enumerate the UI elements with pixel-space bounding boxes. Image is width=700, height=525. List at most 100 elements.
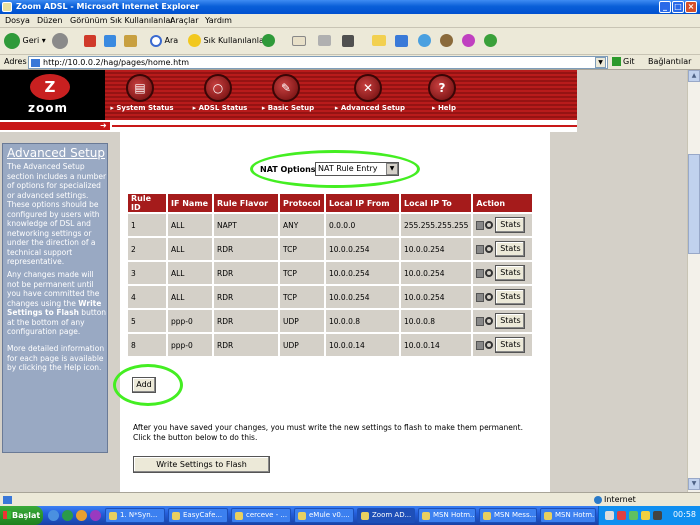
quicklaunch-ie-icon[interactable]: [48, 510, 59, 521]
back-button[interactable]: Geri ▾: [4, 32, 46, 50]
stats-button[interactable]: Stats: [495, 337, 526, 353]
back-arrow-icon: [4, 32, 20, 49]
zoom-logo-mark: Z: [30, 74, 70, 100]
stats-button[interactable]: Stats: [495, 289, 526, 305]
links-button[interactable]: Bağlantılar: [648, 57, 691, 66]
task-nsync[interactable]: 1. N*Syn...: [105, 508, 165, 523]
favorites-button[interactable]: Sık Kullanılanlar: [188, 32, 267, 50]
stats-button[interactable]: Stats: [495, 217, 526, 233]
scroll-thumb[interactable]: [688, 154, 700, 254]
delete-icon[interactable]: [476, 316, 485, 326]
nav-help[interactable]: ? ▸ Help: [404, 70, 484, 120]
quicklaunch-media-icon[interactable]: [76, 510, 87, 521]
msn-button[interactable]: [462, 32, 475, 50]
edit-magnifier-icon[interactable]: [485, 269, 494, 277]
delete-icon[interactable]: [476, 340, 485, 350]
stats-button[interactable]: Stats: [495, 313, 526, 329]
zone-label: Internet: [604, 495, 636, 504]
menu-tools[interactable]: Araçlar: [170, 16, 198, 25]
cell-local-ip-from: 10.0.0.254: [326, 262, 399, 284]
search-button[interactable]: Ara: [150, 32, 178, 50]
menu-help[interactable]: Yardım: [205, 16, 232, 25]
start-label: Başlat: [12, 511, 41, 520]
vertical-scrollbar[interactable]: ▲ ▼: [687, 70, 700, 492]
history-button[interactable]: [262, 32, 275, 50]
tray-app-icon[interactable]: [617, 511, 626, 520]
go-label: Git: [623, 57, 635, 66]
delete-icon[interactable]: [476, 268, 485, 278]
task-emule[interactable]: eMule v0....: [294, 508, 354, 523]
delete-icon[interactable]: [476, 220, 485, 230]
task-msn-hotmail-2[interactable]: MSN Hotm...: [540, 508, 596, 523]
delete-icon[interactable]: [476, 244, 485, 254]
cell-protocol: TCP: [280, 262, 324, 284]
status-bar: Internet: [0, 492, 700, 506]
tray-volume-icon[interactable]: [641, 511, 650, 520]
scroll-up-icon[interactable]: ▲: [688, 70, 700, 82]
task-zoom-adsl[interactable]: Zoom AD...: [357, 508, 415, 523]
task-cerceve[interactable]: cerceve - ...: [231, 508, 291, 523]
print-button[interactable]: [318, 32, 331, 50]
stats-button[interactable]: Stats: [495, 241, 526, 257]
task-msn-hotmail-1[interactable]: MSN Hotm...: [418, 508, 476, 523]
tray-network-icon[interactable]: [629, 511, 638, 520]
edit-magnifier-icon[interactable]: [485, 245, 494, 253]
menu-file[interactable]: Dosya: [5, 16, 30, 25]
edit-magnifier-icon[interactable]: [485, 293, 494, 301]
edit-magnifier-icon[interactable]: [485, 341, 494, 349]
nav-advanced-setup[interactable]: ✕ ▸ Advanced Setup: [330, 70, 410, 120]
start-button[interactable]: Başlat: [0, 506, 43, 525]
task-easycafe[interactable]: EasyCafe...: [168, 508, 228, 523]
menu-favorites[interactable]: Sık Kullanılanlar: [110, 16, 174, 25]
magnifier-icon: ○: [204, 74, 232, 102]
maximize-button[interactable]: □: [672, 1, 684, 13]
cell-if-name: ALL: [168, 286, 212, 308]
menu-edit[interactable]: Düzen: [37, 16, 62, 25]
favorites-label: Sık Kullanılanlar: [203, 36, 268, 45]
quicklaunch-desktop-icon[interactable]: [62, 510, 73, 521]
cell-rule-flavor: RDR: [214, 310, 278, 332]
refresh-button[interactable]: [104, 32, 116, 50]
close-button[interactable]: ×: [685, 1, 697, 13]
go-button[interactable]: Git: [612, 57, 635, 66]
people-icon: [484, 34, 497, 47]
home-button[interactable]: [124, 32, 137, 50]
stats-button[interactable]: Stats: [495, 265, 526, 281]
edit-magnifier-icon[interactable]: [485, 221, 494, 229]
app-icon: [483, 512, 491, 520]
basic-setup-icon: ✎: [272, 74, 300, 102]
media-button[interactable]: [418, 32, 431, 50]
minimize-button[interactable]: _: [659, 1, 671, 13]
nav-system-status[interactable]: ▤ ▸ System Status: [102, 70, 182, 120]
nav-basic-setup[interactable]: ✎ ▸ Basic Setup: [248, 70, 328, 120]
window-title: Zoom ADSL - Microsoft Internet Explorer: [16, 2, 200, 11]
cell-local-ip-to: 10.0.0.254: [401, 238, 472, 260]
tray-mail-icon[interactable]: [653, 511, 662, 520]
scroll-down-icon[interactable]: ▼: [688, 478, 700, 490]
write-settings-button[interactable]: Write Settings to Flash: [133, 456, 270, 473]
tray-language-icon[interactable]: [605, 511, 614, 520]
task-msn-messenger[interactable]: MSN Mess...: [479, 508, 537, 523]
edit-icon: [342, 34, 354, 47]
messenger-button[interactable]: [395, 32, 408, 50]
edit-button[interactable]: [342, 32, 354, 50]
folder-button[interactable]: [372, 32, 386, 50]
mail-button[interactable]: [292, 32, 306, 50]
delete-icon[interactable]: [476, 292, 485, 302]
section-arrow-bar: [0, 122, 110, 130]
quicklaunch-app-icon[interactable]: [90, 510, 101, 521]
address-dropdown-icon[interactable]: ▼: [595, 57, 606, 68]
forward-button[interactable]: [52, 32, 68, 50]
menu-view[interactable]: Görünüm: [70, 16, 107, 25]
edit-magnifier-icon[interactable]: [485, 317, 494, 325]
stop-button[interactable]: [84, 32, 96, 50]
folder-icon: [372, 35, 386, 46]
star-icon: [188, 34, 201, 47]
tools-button[interactable]: [440, 32, 453, 50]
messenger-people-button[interactable]: [484, 32, 497, 50]
butterfly-icon: [462, 34, 475, 47]
col-local-ip-to: Local IP To: [401, 194, 472, 212]
forward-arrow-icon: [52, 32, 68, 49]
address-input[interactable]: http://10.0.0.2/hag/pages/home.htm: [28, 56, 608, 69]
help-icon: ?: [428, 74, 456, 102]
